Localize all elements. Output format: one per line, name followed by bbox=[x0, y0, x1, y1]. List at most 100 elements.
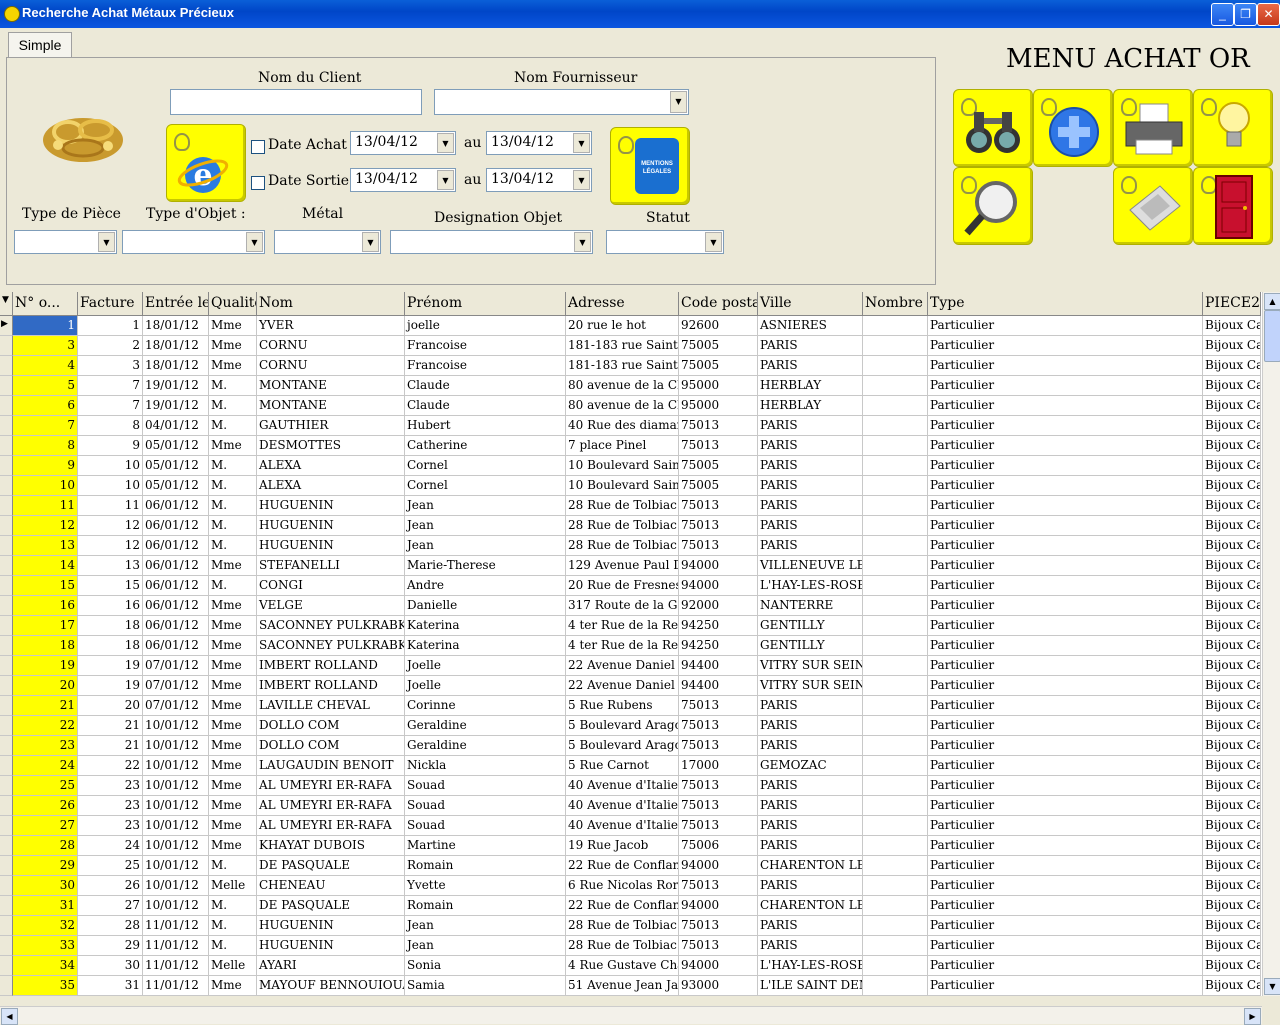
table-cell[interactable] bbox=[863, 536, 928, 556]
table-row[interactable]: 19 19 07/01/12 Mme IMBERT ROLLAND Joelle 22 Av… bbox=[0, 656, 1262, 676]
table-cell[interactable]: 4 ter Rue de la Repul bbox=[566, 616, 679, 636]
table-cell[interactable]: DESMOTTES bbox=[257, 436, 405, 456]
horizontal-scrollbar[interactable]: ◀ ▶ bbox=[0, 1006, 1262, 1025]
table-cell[interactable]: 40 Rue des diamants bbox=[566, 416, 679, 436]
help-button[interactable] bbox=[1193, 89, 1273, 167]
table-cell[interactable] bbox=[863, 476, 928, 496]
table-cell[interactable]: 06/01/12 bbox=[143, 596, 209, 616]
table-cell[interactable]: Jean bbox=[405, 516, 566, 536]
table-cell[interactable]: Joelle bbox=[405, 656, 566, 676]
table-cell[interactable]: 10/01/12 bbox=[143, 796, 209, 816]
date-achat-to[interactable]: 13/04/12 ▼ bbox=[486, 131, 592, 155]
table-cell[interactable]: Bijoux Cas bbox=[1203, 636, 1261, 656]
table-cell[interactable]: 4 ter Rue de la Repul bbox=[566, 636, 679, 656]
table-cell[interactable]: 23 bbox=[13, 736, 78, 756]
table-row[interactable]: 11 11 06/01/12 M. HUGUENIN Jean 28 Rue de Tolb… bbox=[0, 496, 1262, 516]
table-cell[interactable]: 18 bbox=[78, 636, 143, 656]
table-cell[interactable]: 17 bbox=[13, 616, 78, 636]
table-cell[interactable]: Bijoux Cas bbox=[1203, 376, 1261, 396]
table-row[interactable]: 13 12 06/01/12 M. HUGUENIN Jean 28 Rue de Tolb… bbox=[0, 536, 1262, 556]
table-cell[interactable]: L'ILE SAINT DENIS bbox=[758, 976, 863, 996]
table-cell[interactable]: 75013 bbox=[679, 876, 758, 896]
table-cell[interactable]: 94000 bbox=[679, 956, 758, 976]
table-cell[interactable]: 22 bbox=[78, 756, 143, 776]
table-cell[interactable]: PARIS bbox=[758, 916, 863, 936]
table-cell[interactable]: 7 bbox=[13, 416, 78, 436]
table-cell[interactable]: M. bbox=[209, 396, 257, 416]
column-header[interactable]: N° o... bbox=[13, 292, 78, 316]
chevron-down-icon[interactable]: ▼ bbox=[362, 232, 379, 252]
table-cell[interactable]: Souad bbox=[405, 796, 566, 816]
table-cell[interactable]: Souad bbox=[405, 816, 566, 836]
table-cell[interactable] bbox=[863, 756, 928, 776]
table-cell[interactable]: PARIS bbox=[758, 516, 863, 536]
table-cell[interactable]: 35 bbox=[13, 976, 78, 996]
table-cell[interactable]: joelle bbox=[405, 316, 566, 336]
table-cell[interactable]: 94000 bbox=[679, 856, 758, 876]
table-cell[interactable]: 4 bbox=[13, 356, 78, 376]
column-header[interactable]: Prénom bbox=[405, 292, 566, 316]
table-cell[interactable]: Mme bbox=[209, 756, 257, 776]
table-cell[interactable]: Particulier bbox=[928, 496, 1203, 516]
table-row[interactable]: 28 24 10/01/12 Mme KHAYAT DUBOIS Martine 19 Ru… bbox=[0, 836, 1262, 856]
table-cell[interactable]: 29 bbox=[78, 936, 143, 956]
row-selector[interactable] bbox=[0, 616, 13, 636]
table-cell[interactable]: 18 bbox=[78, 616, 143, 636]
table-cell[interactable]: 11/01/12 bbox=[143, 936, 209, 956]
table-cell[interactable]: 27 bbox=[13, 816, 78, 836]
table-cell[interactable]: 80 avenue de la Ches bbox=[566, 376, 679, 396]
table-cell[interactable]: 5 bbox=[13, 376, 78, 396]
table-cell[interactable]: Mme bbox=[209, 816, 257, 836]
table-cell[interactable]: 75013 bbox=[679, 796, 758, 816]
table-cell[interactable]: Bijoux Cas bbox=[1203, 536, 1261, 556]
table-cell[interactable]: PARIS bbox=[758, 336, 863, 356]
table-cell[interactable]: PARIS bbox=[758, 496, 863, 516]
table-cell[interactable]: 06/01/12 bbox=[143, 556, 209, 576]
table-cell[interactable]: Corinne bbox=[405, 696, 566, 716]
table-cell[interactable]: VITRY SUR SEINE bbox=[758, 656, 863, 676]
table-cell[interactable]: PARIS bbox=[758, 476, 863, 496]
table-cell[interactable]: Particulier bbox=[928, 416, 1203, 436]
row-selector[interactable] bbox=[0, 576, 13, 596]
table-cell[interactable]: 28 bbox=[13, 836, 78, 856]
table-cell[interactable]: 94000 bbox=[679, 576, 758, 596]
row-selector[interactable] bbox=[0, 936, 13, 956]
row-selector[interactable] bbox=[0, 516, 13, 536]
table-cell[interactable]: Particulier bbox=[928, 356, 1203, 376]
table-cell[interactable]: Romain bbox=[405, 856, 566, 876]
table-cell[interactable]: 19/01/12 bbox=[143, 376, 209, 396]
table-cell[interactable] bbox=[863, 436, 928, 456]
table-cell[interactable]: 26 bbox=[78, 876, 143, 896]
table-cell[interactable]: Bijoux Cas bbox=[1203, 416, 1261, 436]
table-cell[interactable]: 11/01/12 bbox=[143, 976, 209, 996]
table-cell[interactable]: 11/01/12 bbox=[143, 956, 209, 976]
designation-select[interactable]: ▼ bbox=[390, 230, 593, 254]
table-cell[interactable]: Particulier bbox=[928, 596, 1203, 616]
table-cell[interactable]: 93000 bbox=[679, 976, 758, 996]
table-cell[interactable]: SACONNEY PULKRABKO bbox=[257, 636, 405, 656]
table-cell[interactable]: MONTANE bbox=[257, 396, 405, 416]
table-cell[interactable]: AL UMEYRI ER-RAFA bbox=[257, 816, 405, 836]
table-cell[interactable]: 75005 bbox=[679, 336, 758, 356]
table-cell[interactable]: Marie-Therese bbox=[405, 556, 566, 576]
row-selector[interactable] bbox=[0, 856, 13, 876]
table-cell[interactable]: 14 bbox=[13, 556, 78, 576]
table-cell[interactable]: HUGUENIN bbox=[257, 496, 405, 516]
table-cell[interactable]: 75013 bbox=[679, 716, 758, 736]
table-cell[interactable]: HUGUENIN bbox=[257, 516, 405, 536]
table-cell[interactable]: 9 bbox=[78, 436, 143, 456]
table-cell[interactable]: Particulier bbox=[928, 916, 1203, 936]
table-cell[interactable]: 06/01/12 bbox=[143, 576, 209, 596]
table-cell[interactable]: 17000 bbox=[679, 756, 758, 776]
table-cell[interactable]: M. bbox=[209, 376, 257, 396]
row-selector[interactable] bbox=[0, 916, 13, 936]
table-cell[interactable]: Particulier bbox=[928, 376, 1203, 396]
table-cell[interactable]: SACONNEY PULKRABKO bbox=[257, 616, 405, 636]
table-cell[interactable]: 75005 bbox=[679, 476, 758, 496]
table-cell[interactable]: VITRY SUR SEINE bbox=[758, 676, 863, 696]
table-cell[interactable]: CONGI bbox=[257, 576, 405, 596]
table-cell[interactable]: Bijoux Cas bbox=[1203, 916, 1261, 936]
table-cell[interactable]: Melle bbox=[209, 956, 257, 976]
table-row[interactable]: 31 27 10/01/12 M. DE PASQUALE Romain 22 Rue de… bbox=[0, 896, 1262, 916]
row-selector[interactable] bbox=[0, 736, 13, 756]
